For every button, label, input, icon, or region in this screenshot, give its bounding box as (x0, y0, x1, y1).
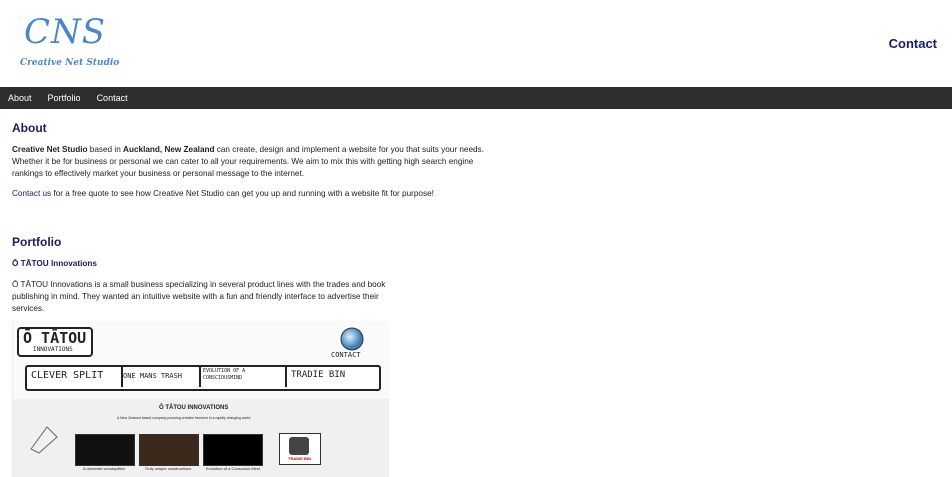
about-heading: About (12, 121, 47, 135)
tab-divider (121, 365, 123, 387)
about-text: based in (87, 145, 124, 154)
screenshot-card-2 (139, 434, 199, 466)
screenshot-card-1 (75, 434, 135, 466)
screenshot-heading: Ō TĀTOU INNOVATIONS (159, 405, 229, 411)
screenshot-tab-2: ONE MANS TRASH (123, 372, 183, 380)
logo-subtitle: Creative Net Studio (20, 58, 120, 68)
header-contact-link[interactable]: Contact (889, 36, 937, 51)
sketch-doodle-icon (30, 426, 58, 454)
card-caption-2: Truly unique constructions (144, 466, 192, 471)
card-4-label: TRADIE BIN (288, 456, 311, 461)
card-caption-3: Evolution of a Conscious Mind (206, 466, 260, 471)
globe-icon (340, 327, 364, 351)
screenshot-contact: CONTACT (331, 351, 361, 359)
nav-item-about[interactable]: About (0, 93, 40, 103)
nav-item-contact[interactable]: Contact (89, 93, 136, 103)
project-description: Ō TĀTOU Innovations is a small business … (12, 280, 386, 313)
portfolio-heading: Portfolio (12, 235, 62, 249)
project-screenshot[interactable]: Ō TĀTOU INNOVATIONS CONTACT CLEVER SPLIT… (12, 321, 389, 477)
screenshot-tab-1: CLEVER SPLIT (31, 370, 104, 381)
screenshot-card-3 (203, 434, 263, 466)
card-caption-1: A domestic woodsplitter (82, 466, 126, 471)
main-navbar: About Portfolio Contact (0, 87, 952, 109)
project-title-link[interactable]: Ō TĀTOU Innovations (12, 259, 97, 268)
contact-us-link[interactable]: Contact us (12, 189, 51, 198)
screenshot-logo-box: Ō TĀTOU INNOVATIONS (17, 327, 93, 357)
logo-text: CNS (24, 12, 107, 52)
tab-divider (199, 365, 201, 387)
tab-divider (285, 365, 287, 387)
nav-item-portfolio[interactable]: Portfolio (40, 93, 89, 103)
location-text: Auckland, New Zealand (123, 145, 215, 154)
company-name: Creative Net Studio (12, 145, 88, 154)
trash-bag-icon (289, 437, 309, 455)
about-paragraph: Creative Net Studio based in Auckland, N… (12, 144, 502, 180)
contact-paragraph-text: for a free quote to see how Creative Net… (51, 189, 434, 198)
screenshot-tagline: A New Zealand based company pursuing cre… (117, 416, 251, 420)
screenshot-tab-4: TRADIE BIN (291, 370, 346, 380)
screenshot-logo-sub: INNOVATIONS (33, 346, 73, 353)
contact-paragraph: Contact us for a free quote to see how C… (12, 188, 502, 200)
screenshot-tab-3: EVOLUTION OF A CONSCIOUSMIND (203, 368, 246, 381)
site-header: CNS Creative Net Studio Contact (0, 0, 952, 87)
site-logo[interactable]: CNS Creative Net Studio (18, 12, 119, 74)
screenshot-logo-text: Ō TĀTOU (23, 329, 87, 347)
